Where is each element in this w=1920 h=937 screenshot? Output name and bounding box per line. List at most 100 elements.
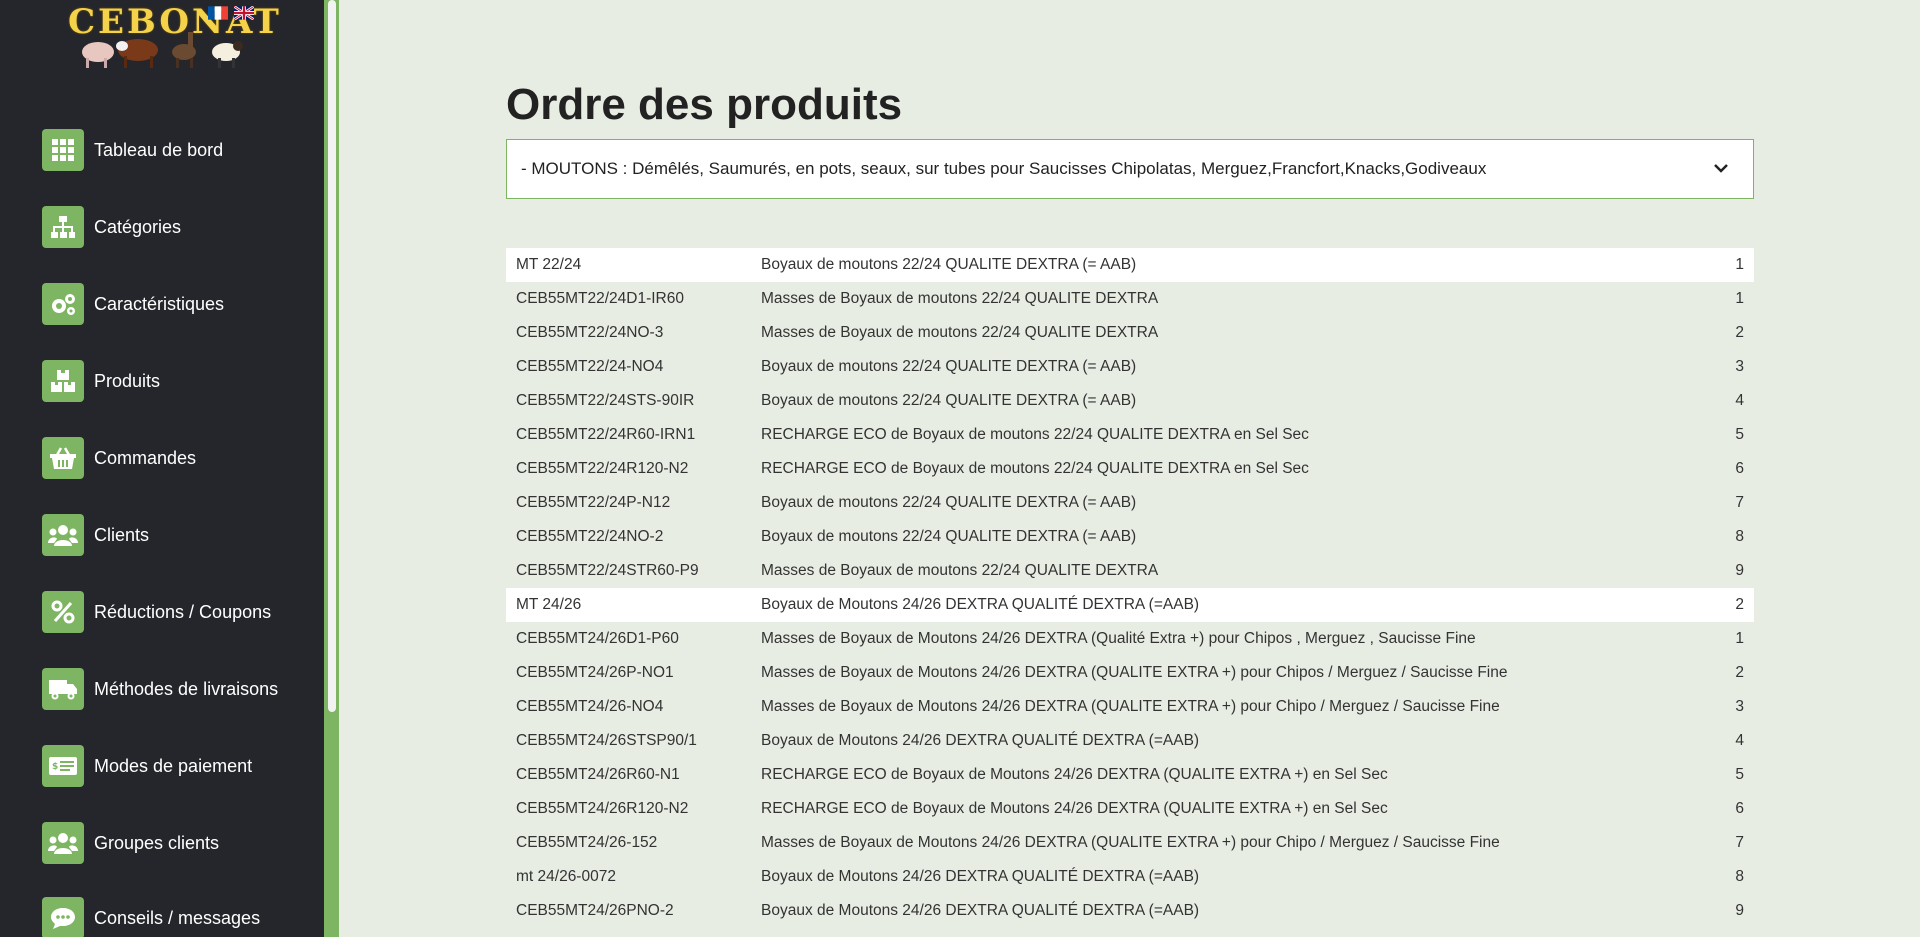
product-name: Masses de Boyaux de Moutons 24/26 DEXTRA… bbox=[761, 834, 1500, 851]
product-reference: CEB55MT22/24STS-90IR bbox=[516, 392, 695, 409]
product-row[interactable]: mt 24/26-0072 Boyaux de Moutons 24/26 DEX… bbox=[506, 860, 1754, 894]
product-name: Boyaux de Moutons 24/26 DEXTRA QUALITÉ D… bbox=[761, 902, 1200, 919]
category-select[interactable]: - MOUTONS : Démêlés, Saumurés, en pots, … bbox=[506, 139, 1754, 199]
product-reference: CEB55MT22/24D1-IR60 bbox=[516, 290, 684, 307]
sidebar-item-conseils-messages[interactable]: Conseils / messages bbox=[42, 897, 312, 937]
product-order-number: 9 bbox=[1735, 902, 1744, 919]
product-reference: CEB55MT24/26P-NO1 bbox=[516, 664, 674, 681]
product-name: Boyaux de moutons 22/24 QUALITE DEXTRA (… bbox=[761, 256, 1137, 273]
product-row[interactable]: CEB55MT22/24NO-2 Boyaux de moutons 22/24 … bbox=[506, 520, 1754, 554]
cebonat-logo[interactable]: CEBONAT bbox=[64, 0, 279, 72]
product-order-number: 8 bbox=[1735, 868, 1744, 885]
product-name: RECHARGE ECO de Boyaux de moutons 22/24 … bbox=[761, 460, 1309, 477]
svg-text:$: $ bbox=[52, 762, 58, 772]
page-title: Ordre des produits bbox=[506, 80, 903, 129]
sidebar-item-tableau-de-bord[interactable]: Tableau de bord bbox=[42, 129, 312, 171]
product-name: Masses de Boyaux de Moutons 24/26 DEXTRA… bbox=[761, 698, 1500, 715]
sidebar-item-label: Réductions / Coupons bbox=[94, 601, 272, 622]
sidebar-item-produits[interactable]: Produits bbox=[42, 360, 312, 402]
product-name: Masses de Boyaux de moutons 22/24 QUALIT… bbox=[761, 562, 1159, 579]
product-reference: CEB55MT24/26-NO4 bbox=[516, 698, 664, 715]
sidebar-item-modes-de-paiement[interactable]: $ Modes de paiement bbox=[42, 745, 312, 787]
product-reference: CEB55MT22/24R120-N2 bbox=[516, 460, 689, 477]
product-reference: CEB55MT24/26-152 bbox=[516, 834, 658, 851]
truck-icon bbox=[42, 668, 84, 710]
sidebar-item-caracteristiques[interactable]: Caractéristiques bbox=[42, 283, 312, 325]
sidebar-item-label: Caractéristiques bbox=[94, 293, 225, 314]
sitemap-icon bbox=[42, 206, 84, 248]
sidebar-scrollbar-thumb[interactable] bbox=[328, 0, 336, 712]
product-row[interactable]: CEB55MT22/24D1-IR60 Masses de Boyaux de m… bbox=[506, 282, 1754, 316]
sidebar: CEBONAT Tableau de bord Catégories Carac… bbox=[0, 0, 324, 937]
product-reference: CEB55MT22/24NO-2 bbox=[516, 528, 664, 545]
sidebar-item-categories[interactable]: Catégories bbox=[42, 206, 312, 248]
product-row[interactable]: CEB55MT24/26R60-N1 RECHARGE ECO de Boyaux… bbox=[506, 758, 1754, 792]
users-group-icon bbox=[42, 822, 84, 864]
product-name: Boyaux de moutons 22/24 QUALITE DEXTRA (… bbox=[761, 528, 1137, 545]
product-name: RECHARGE ECO de Boyaux de Moutons 24/26 … bbox=[761, 766, 1388, 783]
gears-icon bbox=[42, 283, 84, 325]
product-reference: CEB55MT22/24STR60-P9 bbox=[516, 562, 699, 579]
flag-fr-icon[interactable] bbox=[208, 6, 228, 20]
product-order-number: 1 bbox=[1735, 630, 1744, 647]
product-order-number: 5 bbox=[1735, 426, 1744, 443]
product-row[interactable]: CEB55MT24/26PNO-2 Boyaux de Moutons 24/26… bbox=[506, 894, 1754, 928]
product-reference: mt 24/26-0072 bbox=[516, 868, 616, 885]
product-group-row[interactable]: MT 24/26 Boyaux de Moutons 24/26 DEXTRA Q… bbox=[506, 588, 1754, 622]
sidebar-item-label: Méthodes de livraisons bbox=[94, 678, 279, 699]
product-name: RECHARGE ECO de Boyaux de Moutons 24/26 … bbox=[761, 800, 1388, 817]
product-order-number: 4 bbox=[1735, 732, 1744, 749]
product-name: Boyaux de moutons 22/24 QUALITE DEXTRA (… bbox=[761, 358, 1137, 375]
product-order-number: 7 bbox=[1735, 834, 1744, 851]
product-name: RECHARGE ECO de Boyaux de moutons 22/24 … bbox=[761, 426, 1309, 443]
sidebar-item-label: Groupes clients bbox=[94, 832, 220, 853]
sidebar-item-commandes[interactable]: Commandes bbox=[42, 437, 312, 479]
product-row[interactable]: CEB55MT22/24STS-90IR Boyaux de moutons 22… bbox=[506, 384, 1754, 418]
product-name: Masses de Boyaux de Moutons 24/26 DEXTRA… bbox=[761, 664, 1508, 681]
product-reference: CEB55MT24/26STSP90/1 bbox=[516, 732, 697, 749]
percent-icon bbox=[42, 591, 84, 633]
product-row[interactable]: CEB55MT24/26-152 Masses de Boyaux de Mout… bbox=[506, 826, 1754, 860]
product-row[interactable]: CEB55MT22/24R60-IRN1 RECHARGE ECO de Boya… bbox=[506, 418, 1754, 452]
product-name: Boyaux de Moutons 24/26 DEXTRA QUALITÉ D… bbox=[761, 732, 1200, 749]
sidebar-item-methodes-de-livraisons[interactable]: Méthodes de livraisons bbox=[42, 668, 312, 710]
product-row[interactable]: CEB55MT22/24-NO4 Boyaux de moutons 22/24 … bbox=[506, 350, 1754, 384]
sidebar-item-groupes-clients[interactable]: Groupes clients bbox=[42, 822, 312, 864]
product-row[interactable]: CEB55MT24/26R120-N2 RECHARGE ECO de Boyau… bbox=[506, 792, 1754, 826]
product-order-number: 4 bbox=[1735, 392, 1744, 409]
product-row[interactable]: CEB55MT24/26-NO4 Masses de Boyaux de Mout… bbox=[506, 690, 1754, 724]
product-row[interactable]: CEB55MT22/24P-N12 Boyaux de moutons 22/24… bbox=[506, 486, 1754, 520]
animals-illustration bbox=[82, 32, 243, 68]
product-row[interactable]: CEB55MT22/24R120-N2 RECHARGE ECO de Boyau… bbox=[506, 452, 1754, 486]
product-reference: CEB55MT24/26R60-N1 bbox=[516, 766, 680, 783]
product-row[interactable]: CEB55MT24/26D1-P60 Masses de Boyaux de Mo… bbox=[506, 622, 1754, 656]
sidebar-item-reductions-coupons[interactable]: Réductions / Coupons bbox=[42, 591, 312, 633]
money-check-icon: $ bbox=[42, 745, 84, 787]
sidebar-item-label: Modes de paiement bbox=[94, 755, 253, 776]
product-reference: CEB55MT24/26PNO-2 bbox=[516, 902, 674, 919]
grid-icon bbox=[42, 129, 84, 171]
product-reference: CEB55MT24/26R120-N2 bbox=[516, 800, 689, 817]
product-name: Masses de Boyaux de moutons 22/24 QUALIT… bbox=[761, 324, 1159, 341]
basket-icon bbox=[42, 437, 84, 479]
product-order-number: 2 bbox=[1735, 324, 1744, 341]
chevron-down-icon bbox=[1714, 164, 1728, 173]
product-reference: MT 24/26 bbox=[516, 596, 582, 613]
comment-icon bbox=[42, 897, 84, 937]
product-row[interactable]: CEB55MT24/26STSP90/1 Boyaux de Moutons 24… bbox=[506, 724, 1754, 758]
product-row[interactable]: CEB55MT22/24STR60-P9 Masses de Boyaux de … bbox=[506, 554, 1754, 588]
sidebar-item-label: Clients bbox=[94, 524, 150, 545]
sidebar-item-clients[interactable]: Clients bbox=[42, 514, 312, 556]
product-row[interactable]: CEB55MT22/24NO-3 Masses de Boyaux de mout… bbox=[506, 316, 1754, 350]
sidebar-item-label: Produits bbox=[94, 370, 161, 391]
product-reference: CEB55MT22/24R60-IRN1 bbox=[516, 426, 696, 443]
product-group-row[interactable]: MT 22/24 Boyaux de moutons 22/24 QUALITE … bbox=[506, 248, 1754, 282]
product-reference: CEB55MT22/24P-N12 bbox=[516, 494, 671, 511]
product-order-number: 8 bbox=[1735, 528, 1744, 545]
flag-uk-icon[interactable] bbox=[234, 6, 254, 20]
sidebar-item-label: Conseils / messages bbox=[94, 907, 261, 928]
product-name: Masses de Boyaux de moutons 22/24 QUALIT… bbox=[761, 290, 1159, 307]
product-order-list: MT 22/24 Boyaux de moutons 22/24 QUALITE … bbox=[506, 248, 1754, 928]
sidebar-item-label: Commandes bbox=[94, 447, 197, 468]
product-row[interactable]: CEB55MT24/26P-NO1 Masses de Boyaux de Mou… bbox=[506, 656, 1754, 690]
